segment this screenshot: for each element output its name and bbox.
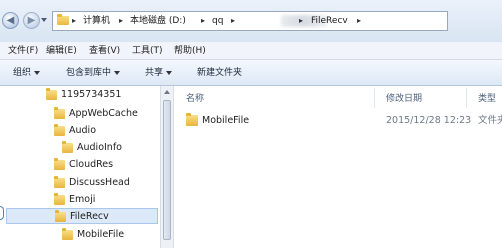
tree-item-emoji[interactable]: Emoji	[54, 192, 95, 208]
forward-button[interactable]: ▶	[23, 12, 40, 29]
breadcrumb-qq[interactable]: qq	[212, 12, 223, 30]
folder-icon	[62, 141, 73, 153]
file-type: 文件夹	[478, 115, 502, 126]
tree-item-label: Audio	[69, 125, 97, 136]
column-header-name[interactable]: 名称	[186, 92, 204, 106]
file-modified-date: 2015/12/28 12:23	[386, 115, 472, 126]
folder-icon	[46, 88, 57, 100]
organize-button[interactable]: 组织	[13, 66, 41, 80]
column-header-type[interactable]: 类型	[478, 92, 496, 106]
organize-label: 组织	[13, 68, 32, 78]
tree-item-label: 1195734351	[61, 89, 122, 100]
breadcrumb-computer[interactable]: 计算机	[83, 12, 110, 30]
scroll-up-icon[interactable]	[164, 90, 170, 94]
tree-item-1195734351[interactable]: 1195734351	[46, 87, 121, 103]
scrollbar-thumb[interactable]	[163, 100, 171, 240]
address-row: ◀ ▶ ▸ 计算机 ▸ 本地磁盘 (D:) ▸ qq ▸ ▸ FileRecv …	[0, 0, 502, 42]
tree-item-label: Emoji	[69, 194, 96, 205]
folder-icon	[54, 158, 65, 170]
tree-item-label: CloudRes	[69, 159, 114, 170]
folder-icon	[54, 176, 65, 188]
include-in-library-button[interactable]: 包含到库中	[66, 66, 121, 80]
tree-item-filerecv[interactable]: FileRecv	[6, 208, 158, 224]
share-button[interactable]: 共享	[145, 66, 173, 80]
recent-pages-dropdown[interactable]	[41, 18, 47, 22]
folder-icon	[54, 193, 65, 205]
tree-item-label: FileRecv	[70, 211, 109, 222]
navigation-scrollbar[interactable]	[160, 86, 174, 248]
menu-help[interactable]: 帮助(H)	[174, 44, 206, 58]
menu-file[interactable]: 文件(F)	[8, 44, 38, 58]
tree-item-discusshead[interactable]: DiscussHead	[54, 175, 130, 191]
back-button[interactable]: ◀	[2, 12, 19, 29]
menu-view[interactable]: 查看(V)	[89, 44, 120, 58]
folder-icon	[186, 113, 198, 126]
tree-item-appwebcache[interactable]: AppWebCache	[54, 106, 138, 122]
folder-icon	[54, 107, 65, 119]
chevron-right-icon[interactable]: ▸	[299, 12, 303, 30]
column-divider[interactable]	[466, 88, 467, 108]
tree-item-label: AudioInfo	[77, 142, 122, 153]
chevron-down-icon	[166, 70, 173, 75]
folder-icon	[57, 14, 69, 25]
arrow-right-icon: ▶	[27, 15, 36, 26]
breadcrumb-local-disk[interactable]: 本地磁盘 (D:)	[130, 12, 186, 30]
command-bar: 组织 包含到库中 共享 新建文件夹	[0, 60, 502, 86]
folder-icon	[62, 228, 73, 240]
folder-icon	[55, 210, 66, 222]
column-header-modified[interactable]: 修改日期	[386, 92, 422, 106]
arrow-left-icon: ◀	[6, 15, 15, 26]
menu-edit[interactable]: 编辑(E)	[46, 44, 77, 58]
tree-item-label: DiscussHead	[69, 177, 130, 188]
tree-item-mobilefile[interactable]: MobileFile	[62, 227, 124, 243]
chevron-right-icon[interactable]: ▸	[119, 12, 123, 30]
chevron-right-icon[interactable]: ▸	[357, 12, 361, 30]
folder-icon	[54, 124, 65, 136]
menu-bar: 文件(F) 编辑(E) 查看(V) 工具(T) 帮助(H)	[0, 42, 502, 60]
chevron-right-icon[interactable]: ▸	[201, 12, 205, 30]
chevron-down-icon	[114, 70, 121, 75]
tree-item-audio[interactable]: Audio	[54, 123, 96, 139]
share-label: 共享	[145, 68, 164, 78]
tree-item-label: AppWebCache	[69, 108, 138, 119]
chevron-right-icon[interactable]: ▸	[72, 12, 76, 30]
column-divider[interactable]	[374, 88, 375, 108]
expand-handle[interactable]	[0, 206, 4, 220]
tree-item-audioinfo[interactable]: AudioInfo	[62, 140, 122, 156]
address-bar[interactable]: ▸ 计算机 ▸ 本地磁盘 (D:) ▸ qq ▸ ▸ FileRecv ▸	[52, 11, 448, 31]
chevron-right-icon[interactable]: ▸	[231, 12, 235, 30]
menu-tools[interactable]: 工具(T)	[132, 44, 163, 58]
include-in-library-label: 包含到库中	[66, 68, 112, 78]
tree-item-label: MobileFile	[77, 229, 125, 240]
breadcrumb-filerecv[interactable]: FileRecv	[311, 12, 348, 30]
navigation-pane: 1195734351 AppWebCache Audio AudioInfo C…	[0, 86, 160, 248]
file-row-mobilefile[interactable]: MobileFile 2015/12/28 12:23 文件夹	[182, 112, 502, 130]
new-folder-button[interactable]: 新建文件夹	[197, 66, 242, 80]
tree-item-cloudres[interactable]: CloudRes	[54, 157, 113, 173]
chevron-down-icon	[34, 70, 41, 75]
file-list-pane: 名称 修改日期 类型 MobileFile 2015/12/28 12:23 文…	[174, 86, 502, 248]
file-name: MobileFile	[202, 115, 250, 126]
